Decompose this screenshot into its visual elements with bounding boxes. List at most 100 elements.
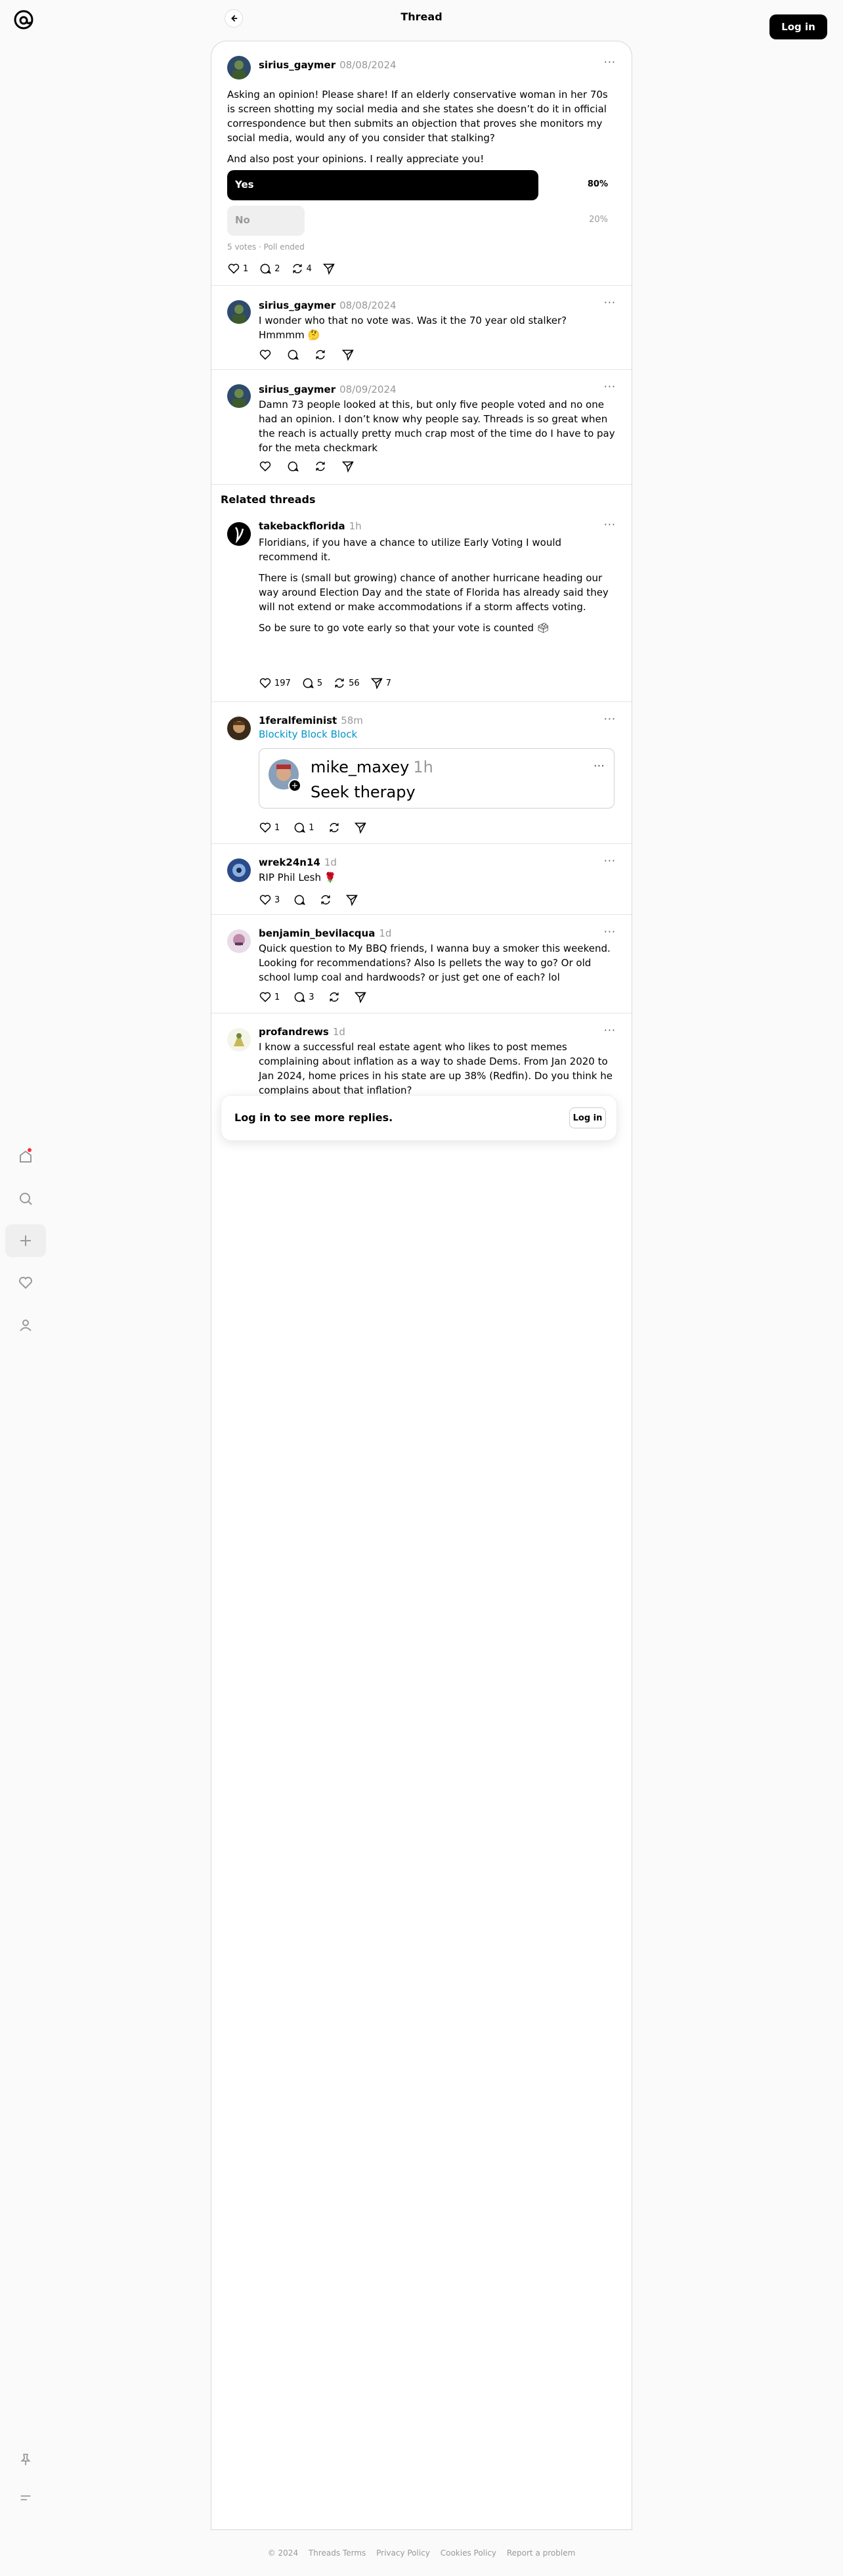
share-button[interactable] <box>354 990 367 1004</box>
heart-icon <box>259 678 271 688</box>
like-button[interactable]: 1 <box>259 821 280 834</box>
poll-meta: 5 votes · Poll ended <box>227 242 305 252</box>
quoted-username[interactable]: mike_maxey <box>311 758 409 776</box>
share-button[interactable] <box>341 348 355 361</box>
related-post[interactable]: takebackflorida 1h ··· Floridians, if you… <box>211 508 632 702</box>
username[interactable]: sirius_gaymer <box>259 300 335 311</box>
share-button[interactable] <box>354 821 367 834</box>
username[interactable]: wrek24n14 <box>259 856 320 868</box>
related-post[interactable]: benjamin_bevilacqua 1d ··· Quick question… <box>211 915 632 1013</box>
avatar[interactable] <box>227 1028 251 1052</box>
quoted-time: 1h <box>413 758 433 776</box>
post-link-text[interactable]: Blockity Block Block <box>259 728 357 740</box>
quoted-post[interactable]: + mike_maxey 1h Seek therapy ··· <box>259 748 615 809</box>
repost-icon <box>321 895 330 905</box>
more-options-icon[interactable]: ··· <box>604 518 616 531</box>
avatar[interactable] <box>227 929 251 953</box>
username[interactable]: 1feralfeminist <box>259 715 337 726</box>
share-button[interactable] <box>322 262 335 275</box>
share-button[interactable]: 7 <box>370 677 391 690</box>
reply-button[interactable]: 3 <box>293 990 314 1004</box>
send-icon <box>346 895 358 906</box>
avatar[interactable] <box>227 300 251 324</box>
reply-button[interactable]: 1 <box>293 821 314 834</box>
repost-button[interactable] <box>328 990 341 1004</box>
footer-copyright: © 2024 <box>267 2548 299 2558</box>
post-text: I know a successful real estate agent wh… <box>259 1041 613 1096</box>
avatar[interactable] <box>227 858 251 882</box>
reply-count: 3 <box>309 992 314 1002</box>
like-button[interactable]: 3 <box>259 893 280 906</box>
related-post[interactable]: 1feralfeminist 58m ··· Blockity Block Blo… <box>211 702 632 844</box>
reply-button[interactable] <box>286 460 299 473</box>
avatar[interactable] <box>227 717 251 740</box>
footer-link-cookies[interactable]: Cookies Policy <box>441 2548 496 2558</box>
login-prompt-button[interactable]: Log in <box>569 1107 606 1128</box>
username[interactable]: takebackflorida <box>259 520 345 532</box>
repost-button[interactable] <box>328 821 341 834</box>
create-post-icon[interactable] <box>5 1224 46 1257</box>
poll-option-label: No <box>235 214 250 226</box>
related-post[interactable]: wrek24n14 1d ··· RIP Phil Lesh 🌹 3 <box>211 844 632 915</box>
reply-button[interactable]: 2 <box>259 262 280 275</box>
send-icon <box>322 263 335 275</box>
repost-button[interactable] <box>319 893 332 906</box>
repost-button[interactable]: 4 <box>291 262 312 275</box>
more-options-icon[interactable]: ··· <box>604 380 616 393</box>
like-button[interactable] <box>259 348 272 361</box>
more-options-icon[interactable]: ··· <box>604 296 616 309</box>
more-options-icon[interactable]: ··· <box>604 1024 616 1036</box>
footer-link-privacy[interactable]: Privacy Policy <box>376 2548 430 2558</box>
more-options-icon[interactable]: ··· <box>604 56 616 68</box>
avatar[interactable] <box>227 56 251 79</box>
footer-link-report[interactable]: Report a problem <box>507 2548 575 2558</box>
avatar[interactable] <box>227 384 251 408</box>
like-count: 1 <box>274 992 280 1002</box>
post-text-2: There is (small but growing) chance of a… <box>259 572 609 613</box>
footer: © 2024 Threads Terms Privacy Policy Cook… <box>0 2548 843 2558</box>
like-button[interactable]: 1 <box>259 990 280 1004</box>
reply-button[interactable] <box>286 348 299 361</box>
like-button[interactable] <box>259 460 272 473</box>
activity-heart-icon[interactable] <box>5 1266 46 1299</box>
like-button[interactable]: 197 <box>259 677 291 690</box>
post-text-2: And also post your opinions. I really ap… <box>227 153 485 165</box>
heart-icon <box>259 461 271 472</box>
repost-button[interactable]: 56 <box>333 677 360 690</box>
reply-post[interactable]: sirius_gaymer 08/09/2024 ··· Damn 73 peop… <box>211 370 632 485</box>
username[interactable]: sirius_gaymer <box>259 59 335 71</box>
post-actions: 1 3 <box>259 990 367 1004</box>
pin-icon[interactable] <box>5 2443 46 2476</box>
more-options-icon[interactable]: ··· <box>594 759 605 773</box>
main-post[interactable]: sirius_gaymer 08/08/2024 ··· Asking an op… <box>211 41 632 286</box>
home-icon[interactable] <box>5 1140 46 1173</box>
more-options-icon[interactable]: ··· <box>604 855 616 867</box>
more-options-icon[interactable]: ··· <box>604 925 616 938</box>
reply-button[interactable]: 5 <box>301 677 322 690</box>
poll-option-no[interactable]: No 20% <box>227 206 616 236</box>
more-options-icon[interactable]: ··· <box>604 713 616 725</box>
poll-percent: 20% <box>589 215 608 225</box>
post-text: RIP Phil Lesh 🌹 <box>259 872 337 883</box>
share-button[interactable] <box>345 893 358 906</box>
username[interactable]: sirius_gaymer <box>259 384 335 395</box>
footer-link-terms[interactable]: Threads Terms <box>309 2548 366 2558</box>
post-time: 1h <box>349 520 362 532</box>
reply-button[interactable] <box>293 893 306 906</box>
avatar[interactable] <box>227 522 251 546</box>
username[interactable]: benjamin_bevilacqua <box>259 927 375 939</box>
repost-button[interactable] <box>314 348 327 361</box>
follow-plus-icon[interactable]: + <box>288 779 301 792</box>
login-button[interactable]: Log in <box>769 14 827 39</box>
reply-post[interactable]: sirius_gaymer 08/08/2024 ··· I wonder who… <box>211 286 632 370</box>
post-actions: 1 2 4 <box>227 261 335 276</box>
like-count: 197 <box>274 678 291 688</box>
like-button[interactable]: 1 <box>227 262 248 275</box>
profile-icon[interactable] <box>5 1308 46 1341</box>
menu-icon[interactable] <box>5 2481 46 2514</box>
poll-option-yes[interactable]: Yes 80% <box>227 170 616 200</box>
search-icon[interactable] <box>5 1182 46 1215</box>
repost-button[interactable] <box>314 460 327 473</box>
share-button[interactable] <box>341 460 355 473</box>
username[interactable]: profandrews <box>259 1026 329 1038</box>
